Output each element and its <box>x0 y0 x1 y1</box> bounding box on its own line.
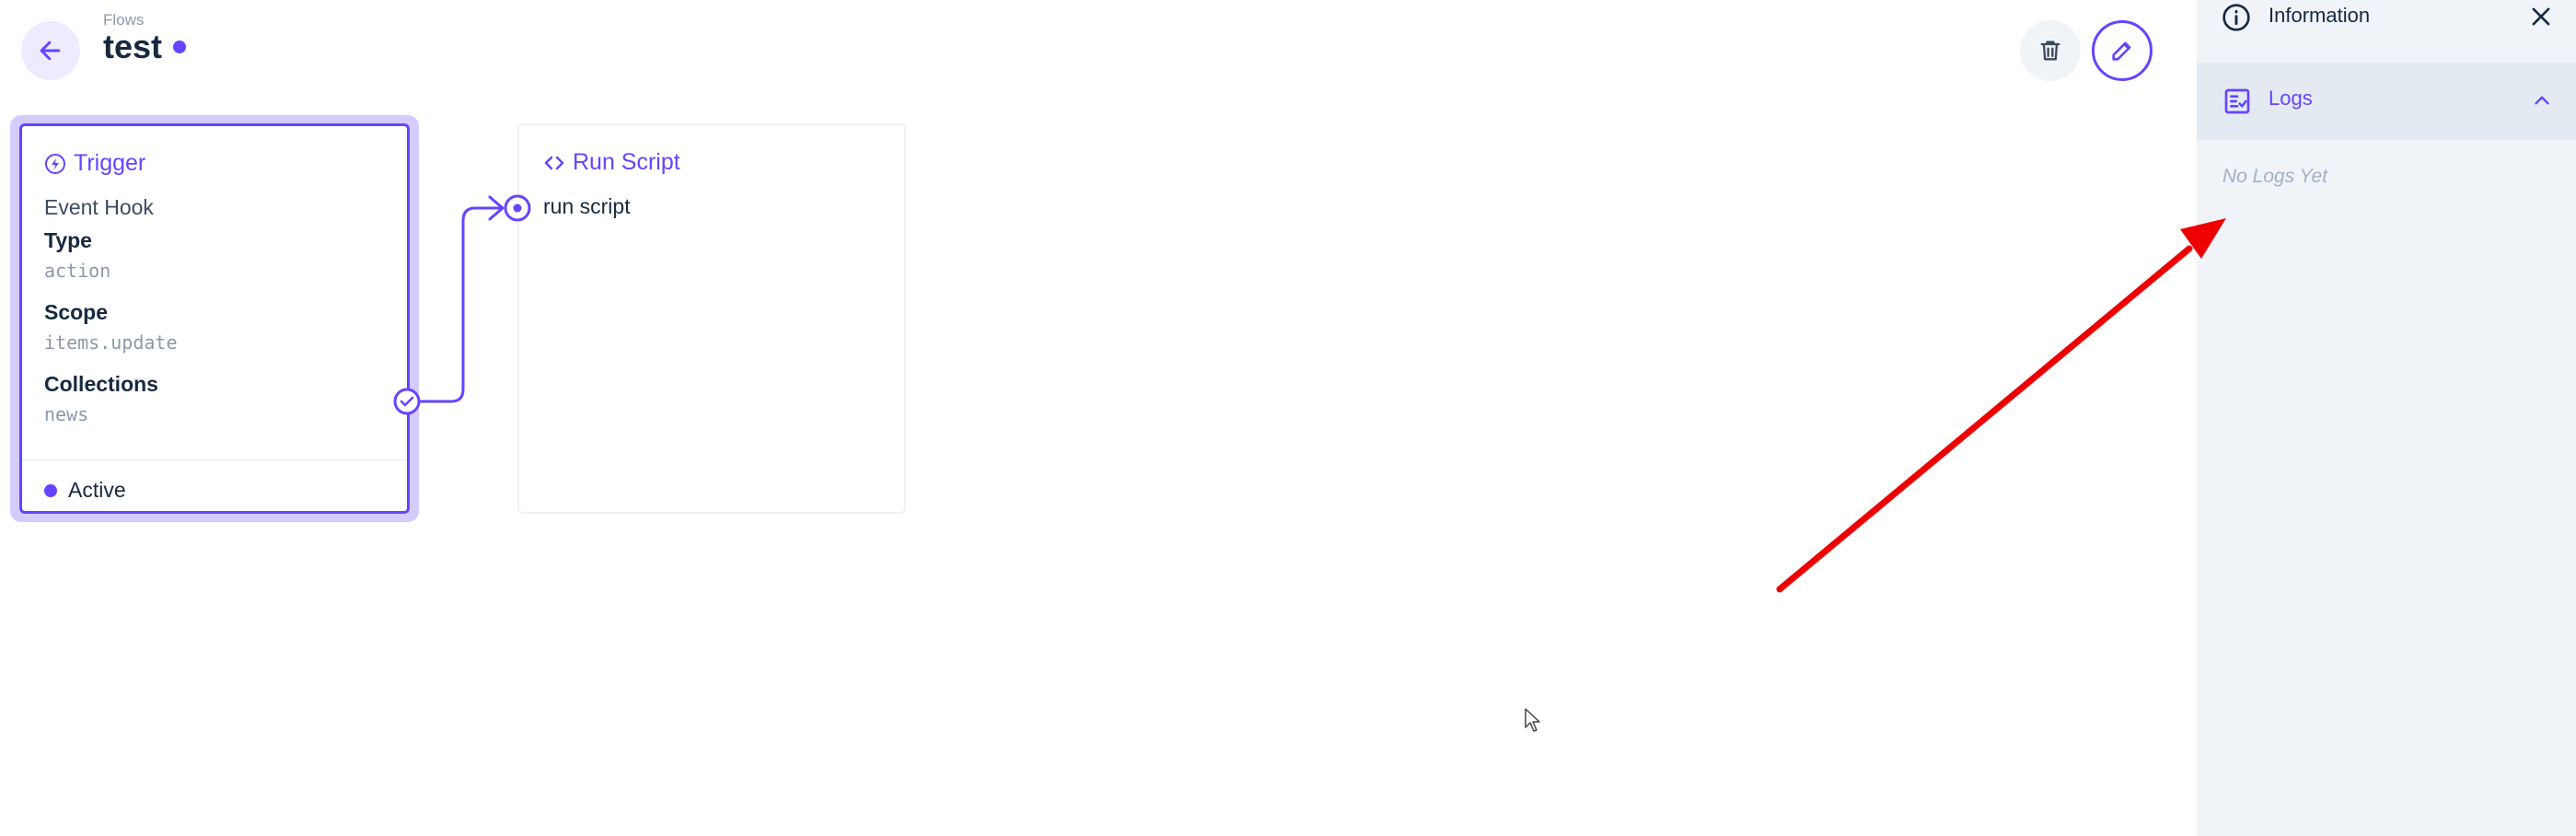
annotation-arrow <box>1776 218 2226 593</box>
mouse-pointer-icon <box>1525 708 1540 732</box>
